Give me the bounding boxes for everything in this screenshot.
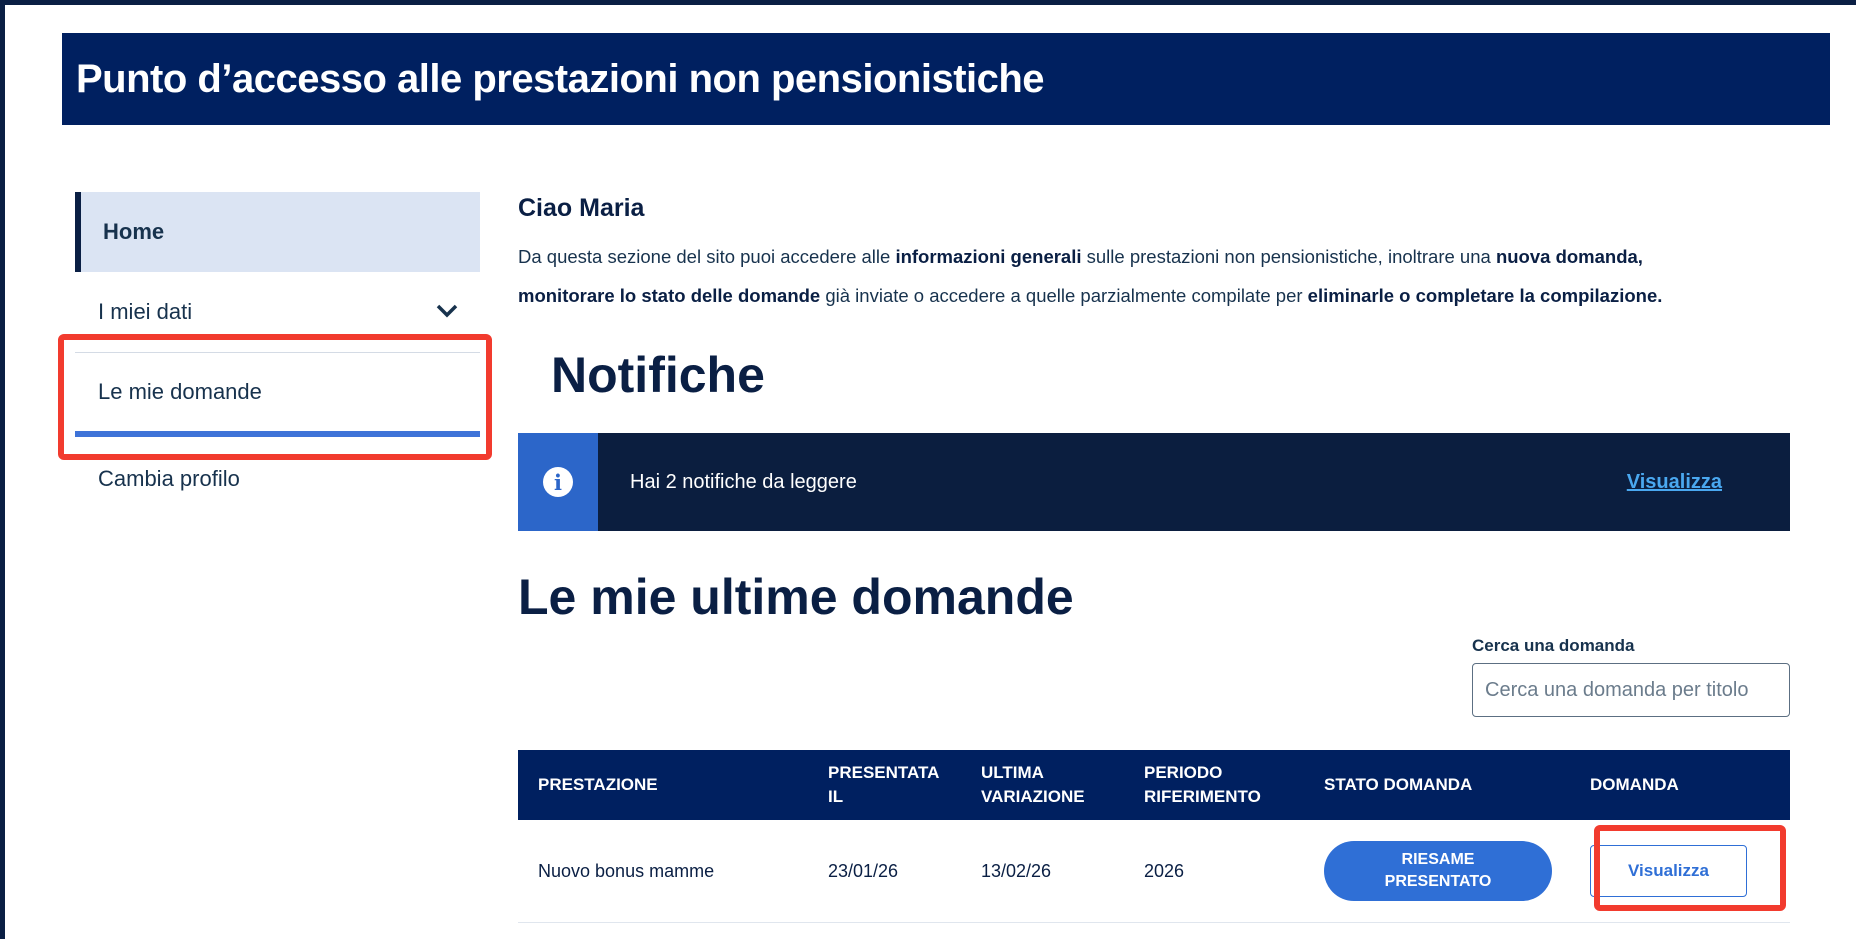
header-text: PERIODO xyxy=(1144,763,1223,782)
intro-text-part: sulle prestazioni non pensionistiche, in… xyxy=(1081,246,1496,267)
highlight-box-visualizza xyxy=(1594,825,1786,911)
header-text: VARIAZIONE xyxy=(981,787,1085,806)
intro-text-part: Da questa sezione del sito puoi accedere… xyxy=(518,246,896,267)
search-input[interactable] xyxy=(1472,663,1790,717)
cell-periodo: 2026 xyxy=(1144,860,1185,881)
header-text: IL xyxy=(828,787,844,806)
table-header: PRESTAZIONE PRESENTATA IL ULTIMA VARIAZION… xyxy=(518,750,1790,820)
header-prestazione: PRESTAZIONE xyxy=(538,775,658,794)
cell-presentata: 23/01/26 xyxy=(828,860,899,881)
status-text: PRESENTATO xyxy=(1384,873,1492,890)
cell-stato: RIESAME PRESENTATO xyxy=(1324,841,1590,901)
intro-text-part: già inviate o accedere a quelle parzialm… xyxy=(820,285,1308,306)
notification-icon-box: i xyxy=(518,433,598,531)
header-periodo: PERIODO RIFERIMENTO xyxy=(1144,761,1324,809)
intro-text-bold: eliminarle o completare la compilazione. xyxy=(1307,285,1663,306)
status-text: RIESAME xyxy=(1401,851,1475,868)
notification-banner: i Hai 2 notifiche da leggere Visualizza xyxy=(518,433,1790,531)
sidebar-item-home[interactable]: Home xyxy=(75,192,480,272)
header-ultima-variazione: ULTIMA VARIAZIONE xyxy=(981,761,1144,809)
info-icon: i xyxy=(543,467,573,497)
greeting: Ciao Maria xyxy=(518,194,645,222)
notification-text: Hai 2 notifiche da leggere xyxy=(630,470,857,493)
cell-prestazione: Nuovo bonus mamme xyxy=(538,860,715,881)
header-text: RIFERIMENTO xyxy=(1144,787,1261,806)
header-stato: STATO DOMANDA xyxy=(1324,775,1473,794)
header-text: ULTIMA xyxy=(981,763,1044,782)
header-text: PRESENTATA xyxy=(828,763,940,782)
notifiche-heading: Notifiche xyxy=(551,347,765,403)
sidebar-item-label: I miei dati xyxy=(98,299,193,324)
status-badge: RIESAME PRESENTATO xyxy=(1324,841,1552,901)
notification-visualizza-link[interactable]: Visualizza xyxy=(1627,471,1722,494)
sidebar-item-label: Home xyxy=(103,219,165,244)
sidebar-item-label: Cambia profilo xyxy=(98,466,240,491)
ultime-domande-heading: Le mie ultime domande xyxy=(518,569,1074,625)
chevron-down-icon xyxy=(436,302,458,323)
main-content: Ciao Maria Da questa sezione del sito pu… xyxy=(518,190,1790,315)
page-header: Punto d’accesso alle prestazioni non pen… xyxy=(62,33,1830,125)
intro-text-bold: nuova domanda, xyxy=(1495,246,1643,267)
header-domanda: DOMANDA xyxy=(1590,775,1679,794)
intro-text-bold: monitorare lo stato delle domande xyxy=(518,285,821,306)
page-title: Punto d’accesso alle prestazioni non pen… xyxy=(76,56,1045,101)
highlight-box-sidebar xyxy=(58,334,492,460)
intro-text: Da questa sezione del sito puoi accedere… xyxy=(518,237,1790,315)
header-presentata: PRESENTATA IL xyxy=(828,761,981,809)
cell-ultima: 13/02/26 xyxy=(981,860,1052,881)
intro-text-bold: informazioni generali xyxy=(895,246,1082,267)
search-label: Cerca una domanda xyxy=(1472,636,1635,655)
